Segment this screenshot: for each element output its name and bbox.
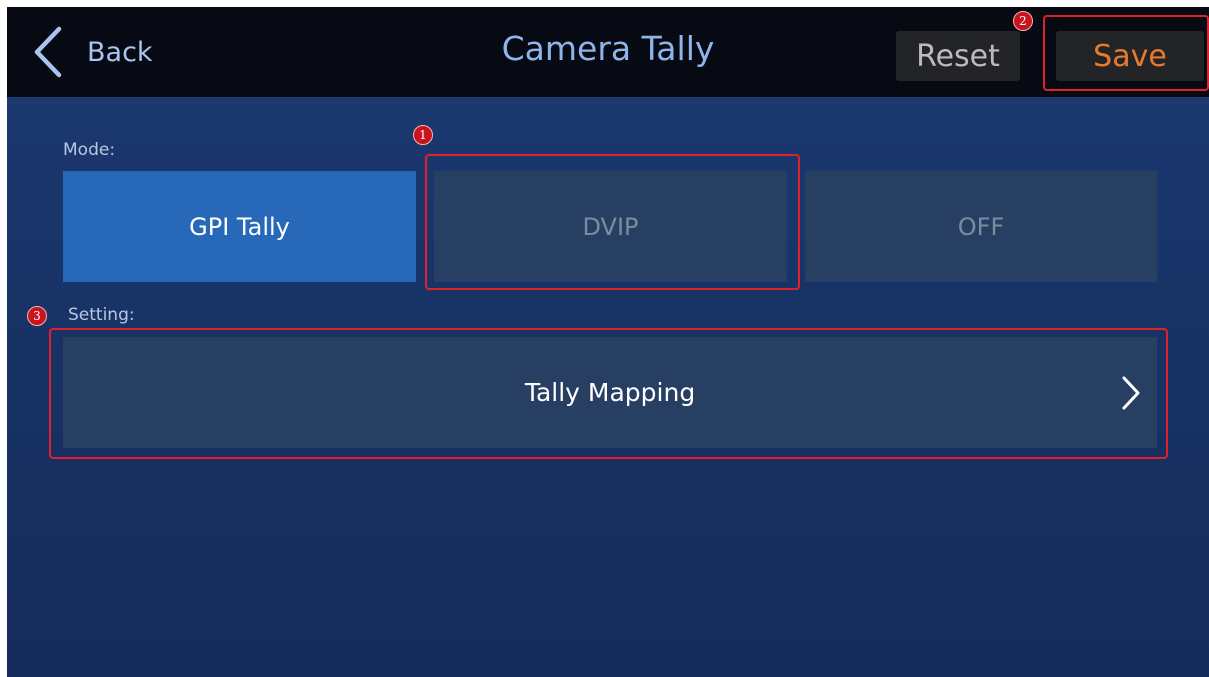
save-button[interactable]: Save [1056, 31, 1204, 81]
callout-badge-2: 2 [1013, 11, 1033, 31]
chevron-left-icon [34, 26, 62, 78]
tally-mapping-label: Tally Mapping [524, 378, 696, 407]
tally-mapping-button[interactable]: Tally Mapping [63, 337, 1157, 448]
callout-badge-1: 1 [413, 125, 433, 145]
mode-option-off[interactable]: OFF [805, 171, 1157, 282]
mode-option-dvip[interactable]: DVIP [434, 171, 787, 282]
camera-tally-screen: Back Camera Tally Reset Save Mode: GPI T… [7, 7, 1209, 677]
mode-option-label: GPI Tally [189, 212, 290, 241]
mode-option-label: OFF [957, 212, 1005, 241]
mode-option-label: DVIP [582, 212, 639, 241]
reset-button[interactable]: Reset [896, 31, 1020, 81]
chevron-right-icon [1122, 376, 1140, 410]
mode-option-gpi-tally[interactable]: GPI Tally [63, 171, 416, 282]
mode-label: Mode: [63, 140, 116, 160]
setting-label: Setting: [68, 305, 135, 325]
callout-badge-3: 3 [27, 306, 47, 326]
back-button[interactable]: Back [31, 25, 191, 79]
back-label: Back [87, 36, 153, 68]
